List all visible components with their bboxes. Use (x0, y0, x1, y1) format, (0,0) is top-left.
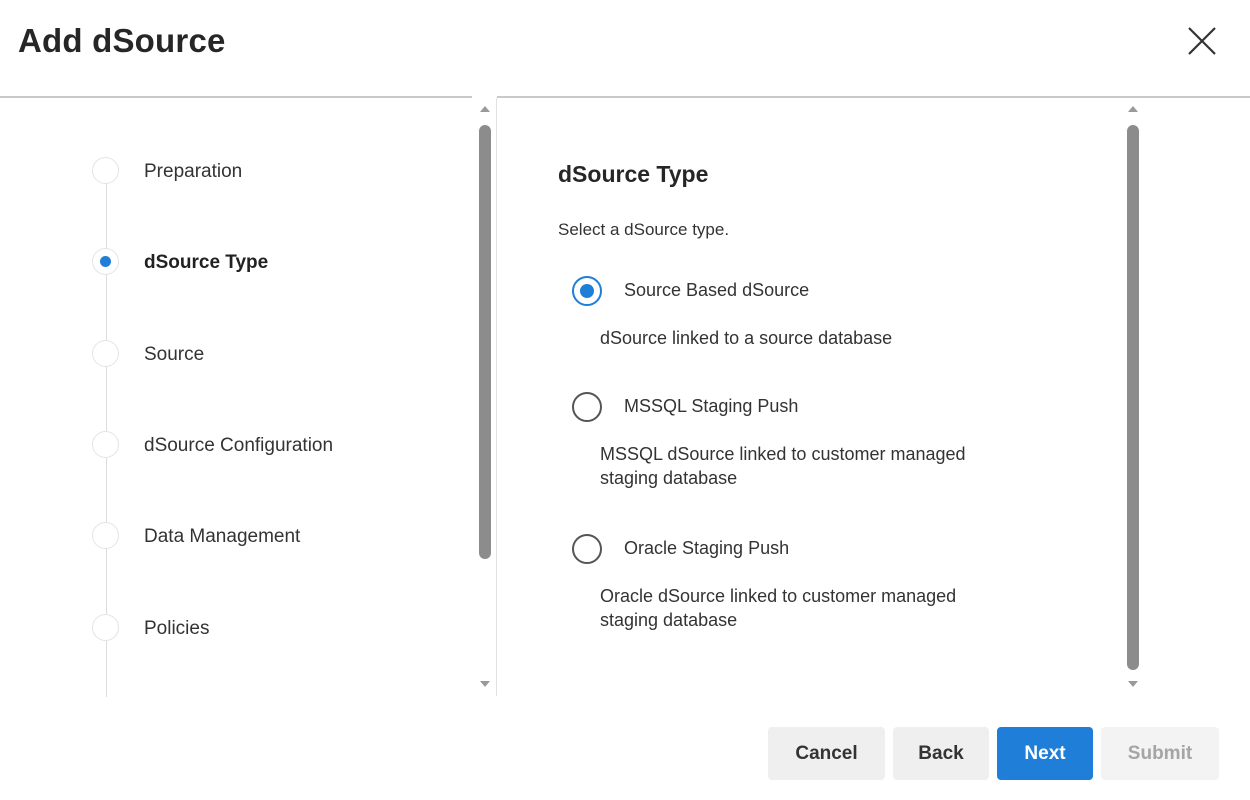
step-indicator (92, 431, 119, 458)
radio-source-based-dsource[interactable] (572, 276, 602, 306)
option-description: Oracle dSource linked to customer manage… (600, 586, 957, 630)
option-description: MSSQL dSource linked to customer managed… (600, 444, 966, 488)
panel-divider (496, 98, 497, 696)
dialog-title: Add dSource (18, 22, 226, 59)
back-button[interactable]: Back (893, 727, 989, 780)
header-divider (497, 96, 1250, 98)
option-label[interactable]: Oracle Staging Push (624, 538, 789, 559)
step-label: Data Management (144, 526, 301, 547)
section-description: Select a dSource type. (558, 220, 730, 239)
content-scrollbar-thumb[interactable] (1127, 125, 1139, 670)
step-indicator (92, 157, 119, 184)
step-label: dSource Type (144, 252, 269, 273)
close-button[interactable] (1181, 20, 1223, 62)
section-title: dSource Type (558, 161, 709, 187)
radio-mssql-staging-push[interactable] (572, 392, 602, 422)
option-label[interactable]: Source Based dSource (624, 280, 809, 301)
step-indicator (92, 614, 119, 641)
submit-button[interactable]: Submit (1101, 727, 1219, 780)
wizard-stepper: Preparation dSource Type Source dSource … (0, 100, 475, 697)
step-label: Policies (144, 618, 210, 639)
step-label: Preparation (144, 161, 243, 182)
stepper-scroll-down-arrow[interactable] (480, 681, 490, 687)
dsource-type-panel: dSource Type Select a dSource type. Sour… (558, 100, 1118, 697)
option-label[interactable]: MSSQL Staging Push (624, 396, 798, 417)
close-icon (1188, 27, 1216, 55)
content-scroll-up-arrow[interactable] (1128, 106, 1138, 112)
step-indicator-active (92, 248, 119, 275)
radio-oracle-staging-push[interactable] (572, 534, 602, 564)
step-label: Source (144, 344, 205, 365)
step-indicator (92, 340, 119, 367)
stepper-scroll-up-arrow[interactable] (480, 106, 490, 112)
step-indicator (92, 522, 119, 549)
cancel-button[interactable]: Cancel (768, 727, 885, 780)
header-divider (0, 96, 472, 98)
option-description: dSource linked to a source database (600, 328, 893, 348)
next-button[interactable]: Next (997, 727, 1093, 780)
stepper-scrollbar-thumb[interactable] (479, 125, 491, 559)
step-label: dSource Configuration (144, 435, 334, 456)
content-scroll-down-arrow[interactable] (1128, 681, 1138, 687)
